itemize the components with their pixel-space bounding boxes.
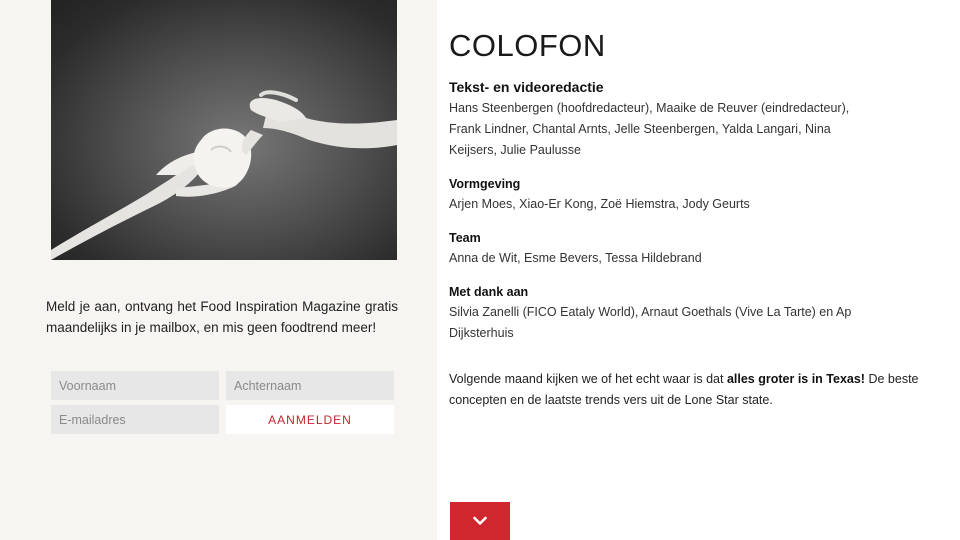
email-input[interactable]	[51, 405, 219, 434]
section-text-design: Arjen Moes, Xiao-Er Kong, Zoë Hiemstra, …	[449, 197, 750, 211]
section-heading-team: Team	[449, 231, 481, 245]
teaser-text-start: Volgende maand kijken we of het echt waa…	[449, 372, 727, 386]
next-issue-teaser: Volgende maand kijken we of het echt waa…	[449, 369, 919, 411]
subscribe-button[interactable]: AANMELDEN	[226, 405, 394, 434]
colofon-title: COLOFON	[449, 28, 606, 63]
section-heading-editorial: Tekst- en videoredactie	[449, 79, 604, 95]
first-name-input[interactable]	[51, 371, 219, 400]
section-heading-design: Vormgeving	[449, 177, 521, 191]
scroll-down-button[interactable]	[450, 502, 510, 540]
hands-pepper-photo	[51, 0, 397, 260]
left-panel: Meld je aan, ontvang het Food Inspiratio…	[0, 0, 437, 540]
last-name-input[interactable]	[226, 371, 394, 400]
chevron-down-icon	[473, 516, 487, 525]
section-text-team: Anna de Wit, Esme Bevers, Tessa Hildebra…	[449, 251, 702, 265]
teaser-highlight: alles groter is in Texas!	[726, 372, 865, 386]
section-heading-thanks: Met dank aan	[449, 285, 529, 299]
section-text-editorial: Hans Steenbergen (hoofdredacteur), Maaik…	[449, 101, 850, 157]
newsletter-promo-text: Meld je aan, ontvang het Food Inspiratio…	[46, 298, 398, 335]
section-text-thanks: Silvia Zanelli (FICO Eataly World), Arna…	[449, 305, 852, 340]
